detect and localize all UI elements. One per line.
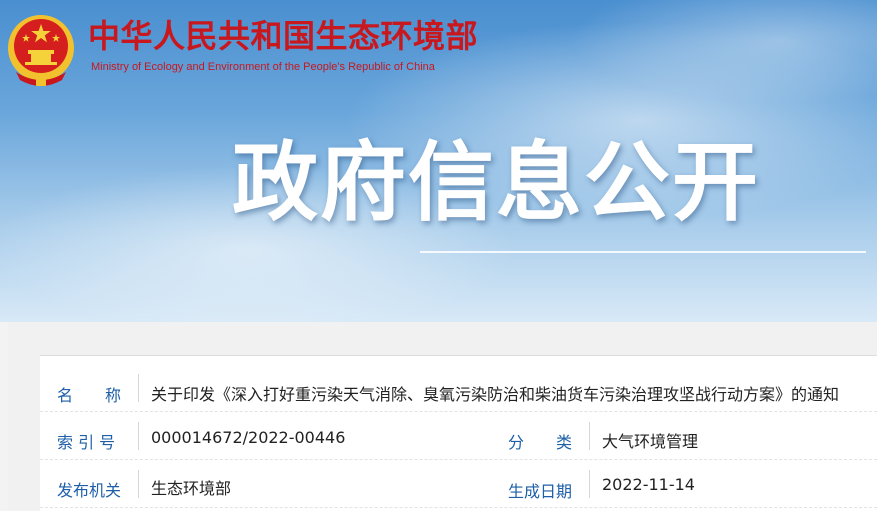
info-row-name: 名 称 关于印发《深入打好重污染天气消除、臭氧污染防治和柴油货车污染治理攻坚战行… bbox=[40, 356, 877, 412]
page-headline: 政府信息公开 bbox=[232, 133, 760, 233]
national-emblem-icon bbox=[8, 15, 74, 86]
index-label: 索 引 号 bbox=[57, 433, 116, 452]
column-divider bbox=[138, 470, 139, 498]
headline-divider bbox=[420, 251, 866, 253]
ministry-name-cn[interactable]: 中华人民共和国生态环境部 bbox=[88, 16, 478, 56]
name-value: 关于印发《深入打好重污染天气消除、臭氧污染防治和柴油货车污染治理攻坚战行动方案》… bbox=[151, 385, 840, 404]
index-value: 000014672/2022-00446 bbox=[151, 428, 346, 447]
date-value: 2022-11-14 bbox=[602, 475, 695, 494]
ministry-name-en: Ministry of Ecology and Environment of t… bbox=[91, 61, 435, 73]
issuer-value: 生态环境部 bbox=[151, 479, 232, 498]
date-label: 生成日期 bbox=[508, 482, 573, 501]
issuer-label: 发布机关 bbox=[57, 481, 122, 500]
column-divider bbox=[138, 374, 139, 402]
page-banner: 中华人民共和国生态环境部 Ministry of Ecology and Env… bbox=[0, 0, 877, 322]
column-divider bbox=[589, 422, 590, 450]
document-info-table: 名 称 关于印发《深入打好重污染天气消除、臭氧污染防治和柴油货车污染治理攻坚战行… bbox=[40, 355, 877, 511]
info-row-issuer: 发布机关 生态环境部 生成日期 2022-11-14 bbox=[40, 460, 877, 508]
column-divider bbox=[138, 422, 139, 450]
info-row-index: 索 引 号 000014672/2022-00446 分 类 大气环境管理 bbox=[40, 412, 877, 460]
name-label: 名 称 bbox=[57, 386, 122, 405]
category-value: 大气环境管理 bbox=[602, 432, 699, 451]
category-label: 分 类 bbox=[508, 433, 573, 452]
column-divider bbox=[589, 470, 590, 498]
